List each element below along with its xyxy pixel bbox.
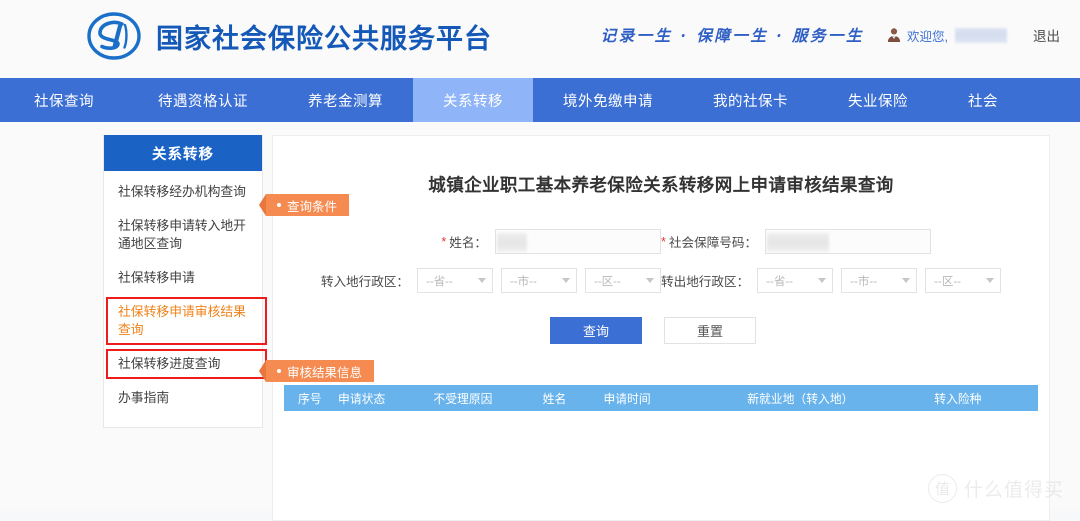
- sidebar-item-kaitong-diqu[interactable]: 社保转移申请转入地开通地区查询: [104, 209, 262, 261]
- si-logo-icon: [86, 11, 142, 61]
- nav-item-shehui[interactable]: 社会: [938, 78, 1028, 122]
- logout-link[interactable]: 退出: [1033, 25, 1060, 45]
- sidebar-item-jingban-jigou[interactable]: 社保转移经办机构查询: [104, 175, 262, 209]
- nav-item-shiye-baoxian[interactable]: 失业保险: [818, 78, 938, 122]
- column-header-insurance-type: 转入险种: [932, 390, 1038, 407]
- nav-item-guanxi-zhuanyi[interactable]: 关系转移: [413, 78, 533, 122]
- site-slogan: 记录一生 · 保障一生 · 服务一生: [601, 24, 864, 46]
- transfer-in-city-value: --市--: [510, 273, 537, 289]
- site-title: 国家社会保险公共服务平台: [156, 17, 492, 56]
- chevron-down-icon: [646, 278, 654, 283]
- chevron-down-icon: [478, 278, 486, 283]
- result-table: 序号 申请状态 不受理原因 姓名 申请时间 新就业地（转入地） 转入险种: [284, 385, 1038, 411]
- table-header-row: 序号 申请状态 不受理原因 姓名 申请时间 新就业地（转入地） 转入险种: [284, 385, 1038, 411]
- submit-query-button[interactable]: 查询: [550, 317, 642, 344]
- transfer-in-city-select[interactable]: --市--: [501, 268, 577, 293]
- field-ssn: * 社会保障号码：: [661, 229, 931, 254]
- section-tag-result-info: 审核结果信息: [266, 360, 374, 382]
- page-title: 城镇企业职工基本养老保险关系转移网上申请审核结果查询: [273, 136, 1049, 197]
- ssn-value-masked: [767, 233, 829, 252]
- nav-item-shebao-chaxun[interactable]: 社保查询: [0, 78, 128, 122]
- field-name: * 姓名：: [273, 229, 661, 254]
- label-ssn: 社会保障号码：: [669, 232, 757, 251]
- label-transfer-out: 转出地行政区：: [661, 271, 749, 290]
- bullet-icon: [277, 369, 281, 373]
- name-value-masked: [497, 233, 527, 252]
- transfer-in-province-value: --省--: [426, 273, 453, 289]
- form-row-identity: * 姓名： * 社会保障号码：: [273, 229, 1049, 254]
- transfer-out-district-select[interactable]: --区--: [925, 268, 1001, 293]
- chevron-down-icon: [562, 278, 570, 283]
- reset-button[interactable]: 重置: [664, 317, 756, 344]
- brand[interactable]: 国家社会保险公共服务平台: [86, 11, 492, 61]
- sidebar: 关系转移 社保转移经办机构查询 社保转移申请转入地开通地区查询 社保转移申请 社…: [103, 135, 263, 428]
- nav-item-wode-shebaoka[interactable]: 我的社保卡: [683, 78, 818, 122]
- transfer-out-district-value: --区--: [934, 273, 961, 289]
- section-tag-query-label: 查询条件: [287, 196, 337, 215]
- form-actions: 查询 重置: [273, 317, 1049, 344]
- main-panel: 城镇企业职工基本养老保险关系转移网上申请审核结果查询 查询条件 * 姓名：: [272, 135, 1050, 521]
- section-tag-query-conditions: 查询条件: [266, 194, 349, 216]
- form-row-regions: 转入地行政区： --省-- --市-- --区--: [273, 268, 1049, 293]
- sidebar-list: 社保转移经办机构查询 社保转移申请转入地开通地区查询 社保转移申请 社保转移申请…: [104, 171, 262, 415]
- transfer-out-province-select[interactable]: --省--: [757, 268, 833, 293]
- label-transfer-in: 转入地行政区：: [321, 271, 409, 290]
- sidebar-item-banshi-zhinan[interactable]: 办事指南: [104, 381, 262, 415]
- query-form: * 姓名： * 社会保障号码：: [273, 229, 1049, 344]
- welcome-label: 欢迎您,: [907, 26, 948, 45]
- sidebar-item-zhuanyi-shenqing[interactable]: 社保转移申请: [104, 261, 262, 295]
- column-header-status: 申请状态: [336, 390, 431, 407]
- transfer-in-district-select[interactable]: --区--: [585, 268, 661, 293]
- transfer-in-district-value: --区--: [594, 273, 621, 289]
- required-marker-ssn: *: [661, 235, 666, 249]
- transfer-in-province-select[interactable]: --省--: [417, 268, 493, 293]
- sidebar-title: 关系转移: [104, 135, 262, 171]
- field-transfer-out-region: 转出地行政区： --省-- --市-- --区--: [661, 268, 1001, 293]
- chevron-down-icon: [986, 278, 994, 283]
- column-header-new-employment-place: 新就业地（转入地）: [745, 390, 932, 407]
- nav-item-jingwai-mianjiao[interactable]: 境外免缴申请: [533, 78, 683, 122]
- transfer-out-city-value: --市--: [850, 273, 877, 289]
- label-name: 姓名：: [449, 232, 487, 251]
- required-marker-name: *: [441, 235, 446, 249]
- nav-item-yanglaojin[interactable]: 养老金测算: [278, 78, 413, 122]
- column-header-index: 序号: [284, 390, 336, 407]
- sidebar-item-shenhe-jieguo[interactable]: 社保转移申请审核结果查询: [104, 295, 262, 347]
- page-root: 国家社会保险公共服务平台 记录一生 · 保障一生 · 服务一生 欢迎您, 退出 …: [0, 0, 1080, 509]
- column-header-name: 姓名: [541, 390, 602, 407]
- username-masked: [955, 28, 1007, 43]
- content-area: 关系转移 社保转移经办机构查询 社保转移申请转入地开通地区查询 社保转移申请 社…: [0, 122, 1080, 509]
- chevron-down-icon: [818, 278, 826, 283]
- avatar-icon: [886, 27, 902, 43]
- nav-item-daiyu-zige[interactable]: 待遇资格认证: [128, 78, 278, 122]
- chevron-down-icon: [902, 278, 910, 283]
- bullet-icon: [277, 203, 281, 207]
- transfer-out-province-value: --省--: [766, 273, 793, 289]
- primary-nav: 社保查询 待遇资格认证 养老金测算 关系转移 境外免缴申请 我的社保卡 失业保险…: [0, 78, 1080, 122]
- user-area: 欢迎您,: [886, 26, 1007, 45]
- name-input[interactable]: [495, 229, 661, 254]
- field-transfer-in-region: 转入地行政区： --省-- --市-- --区--: [273, 268, 661, 293]
- site-header: 国家社会保险公共服务平台 记录一生 · 保障一生 · 服务一生 欢迎您, 退出: [0, 0, 1080, 78]
- transfer-out-city-select[interactable]: --市--: [841, 268, 917, 293]
- column-header-reject-reason: 不受理原因: [431, 390, 540, 407]
- column-header-apply-time: 申请时间: [601, 390, 745, 407]
- section-tag-result-label: 审核结果信息: [287, 362, 362, 381]
- ssn-input[interactable]: [765, 229, 931, 254]
- sidebar-item-jindu-chaxun[interactable]: 社保转移进度查询: [104, 347, 262, 381]
- header-right: 记录一生 · 保障一生 · 服务一生 欢迎您, 退出: [601, 24, 1060, 46]
